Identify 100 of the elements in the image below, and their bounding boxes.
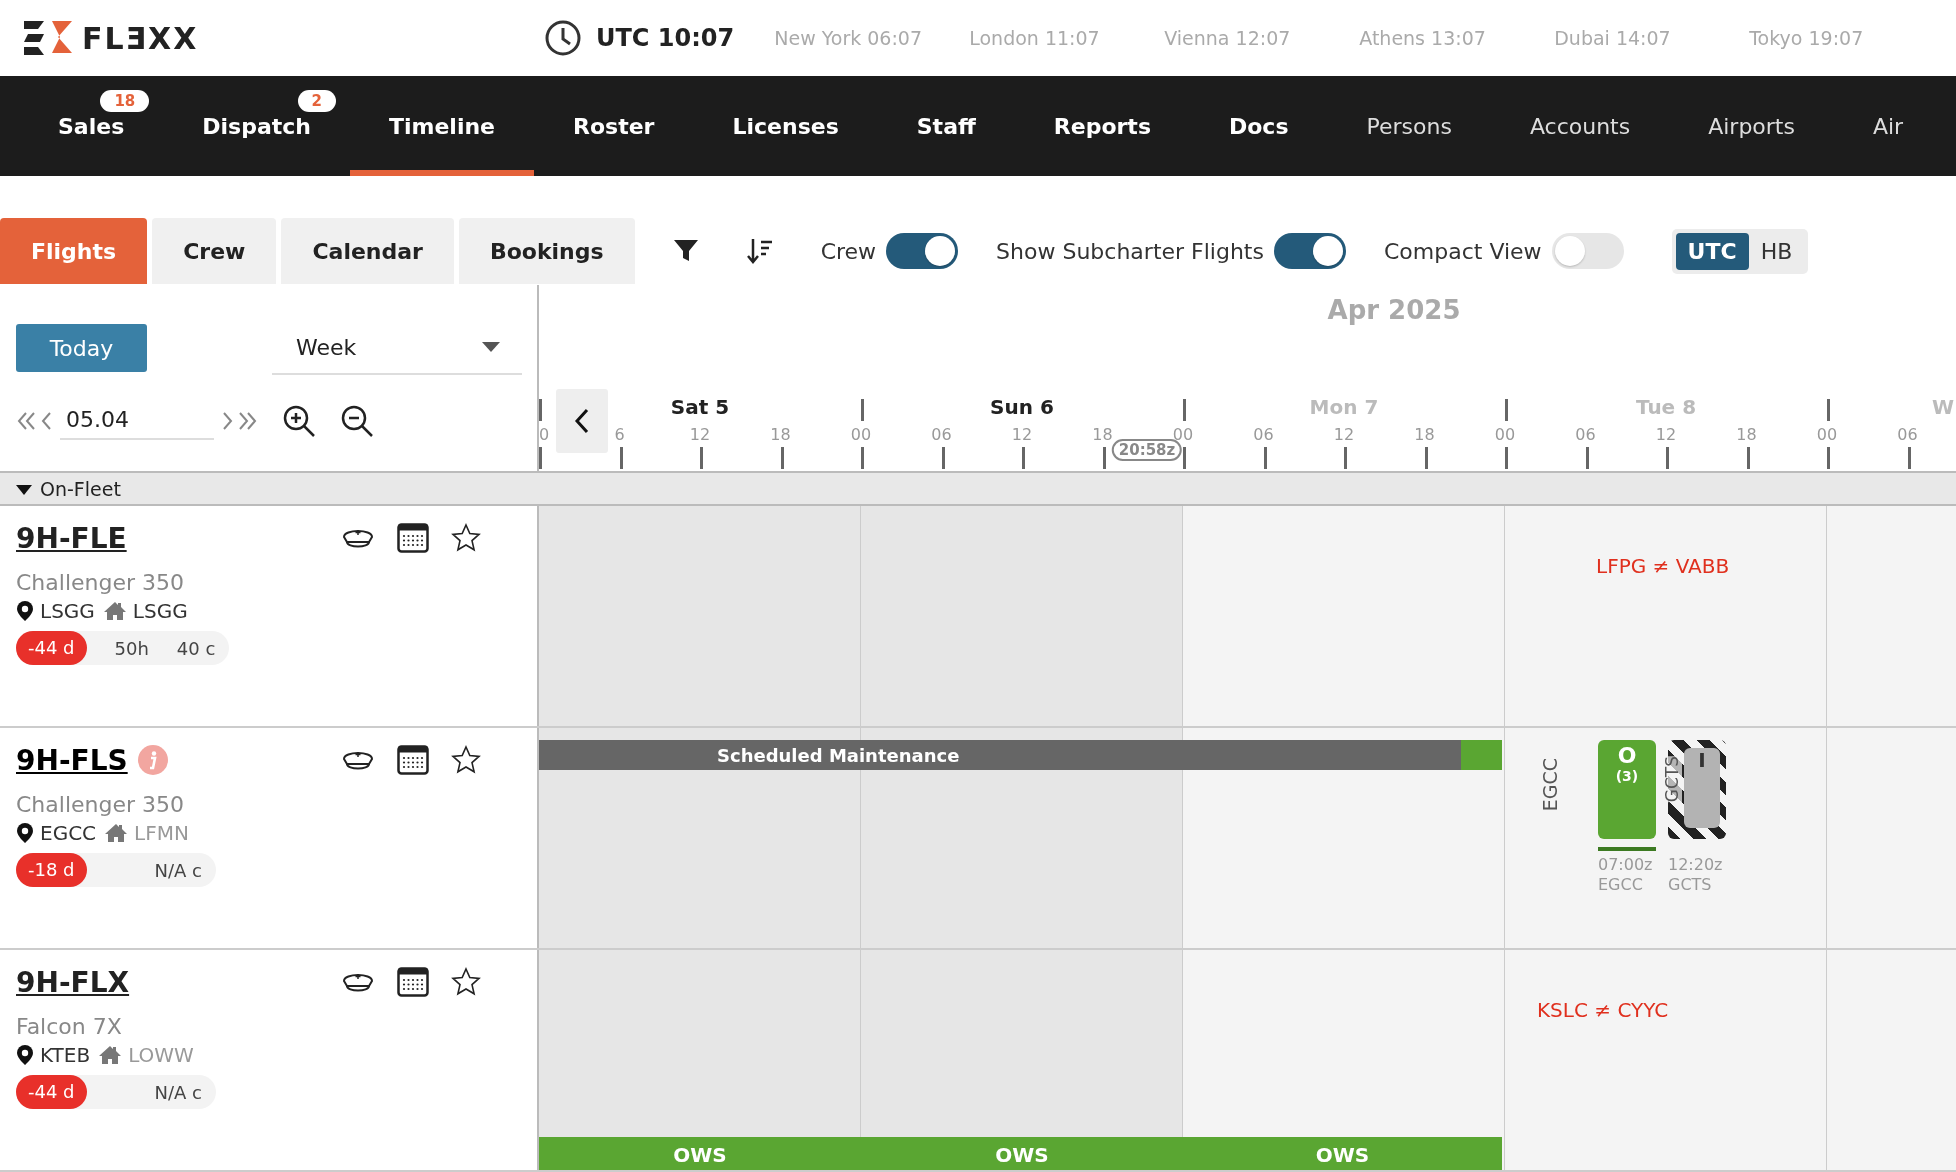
maintenance-label: Scheduled Maintenance xyxy=(716,744,961,766)
star-icon[interactable] xyxy=(451,523,481,553)
zoom-out-icon[interactable] xyxy=(340,403,374,438)
hour-tick-label: 06 xyxy=(1253,425,1274,444)
day-label: Mon 7 xyxy=(1309,395,1379,419)
departure-airport: EGCC xyxy=(1598,875,1644,895)
star-icon[interactable] xyxy=(451,745,481,775)
month-title: Apr 2025 xyxy=(1327,295,1461,325)
nav-tab[interactable]: Accounts xyxy=(1490,76,1670,176)
nav-tab[interactable]: Air xyxy=(1833,76,1943,176)
count-badge: 18 xyxy=(100,90,150,112)
registration-link[interactable]: 9H-FLS xyxy=(16,743,128,777)
maintenance-bar[interactable]: Scheduled Maintenance xyxy=(539,740,1502,770)
nav-tab[interactable]: Licenses xyxy=(693,76,878,176)
cycles-value: 40 c xyxy=(176,637,216,659)
aircraft-type: Challenger 350 xyxy=(16,570,186,595)
home-base: LFMN xyxy=(134,821,189,845)
star-icon[interactable] xyxy=(451,967,481,997)
zoom-in-icon[interactable] xyxy=(282,403,316,438)
airport-label: GCTS xyxy=(1662,756,1682,803)
world-clock: Athens 13:07 xyxy=(1359,27,1487,49)
home-icon xyxy=(102,601,127,621)
toggle-switch[interactable] xyxy=(1551,233,1624,269)
view-tab[interactable]: Crew xyxy=(152,218,277,284)
filter-icon[interactable] xyxy=(672,238,699,264)
world-clock: New York 06:07 xyxy=(774,27,924,49)
route-mismatch-note[interactable]: LFPG ≠ VABB xyxy=(1596,554,1730,578)
day-label: Tue 8 xyxy=(1635,395,1697,419)
calendar-icon[interactable] xyxy=(397,745,429,775)
view-tab[interactable]: Bookings xyxy=(458,218,635,284)
world-clock: London 11:07 xyxy=(969,27,1101,49)
caret-icon xyxy=(482,342,500,352)
range-dropdown[interactable]: Week xyxy=(272,321,522,375)
cycles-value: N/A c xyxy=(154,859,202,881)
toggle-switch[interactable] xyxy=(1273,233,1346,269)
home-base: LSGG xyxy=(132,599,188,623)
world-clock: Vienna 12:07 xyxy=(1164,27,1292,49)
current-location: LSGG xyxy=(40,599,95,623)
hour-tick-label: 6 xyxy=(614,425,625,444)
nav-tab[interactable]: Staff xyxy=(877,76,1015,176)
group-label: On-Fleet xyxy=(40,477,121,500)
days-overdue-badge: -18 d xyxy=(16,853,87,887)
cycles-value: N/A c xyxy=(154,1081,202,1103)
time-mode-option[interactable]: HB xyxy=(1748,232,1805,270)
logo-text: FLƎXX xyxy=(82,20,199,56)
toggle-label: Crew xyxy=(820,238,877,264)
departure-time: 07:00z xyxy=(1598,855,1654,875)
nav-tab[interactable]: Airports xyxy=(1669,76,1834,176)
nav-tab[interactable]: Docs xyxy=(1190,76,1328,176)
today-button[interactable]: Today xyxy=(16,324,147,372)
hour-tick-label: 06 xyxy=(931,425,952,444)
home-icon xyxy=(98,1045,123,1065)
time-mode-option[interactable]: UTC xyxy=(1675,232,1749,270)
airport-label: EGCC xyxy=(1539,758,1561,812)
registration-link[interactable]: 9H-FLX xyxy=(16,965,130,999)
arrival-time: 12:20z xyxy=(1668,855,1724,875)
location-pin-icon xyxy=(16,822,34,844)
current-location: KTEB xyxy=(40,1043,91,1067)
nav-tab[interactable]: Dispatch 2 xyxy=(163,76,350,176)
home-icon xyxy=(104,823,129,843)
world-clock: Tokyo 19:07 xyxy=(1749,27,1865,49)
nav-tab[interactable]: Reports xyxy=(1014,76,1190,176)
hour-tick-label: 00 xyxy=(1816,425,1838,444)
hour-tick-label: 18 xyxy=(1092,425,1113,444)
hours-value: 50h xyxy=(114,637,149,659)
hour-tick-label: 00 xyxy=(1494,425,1516,444)
hour-tick-label: 18 xyxy=(1414,425,1435,444)
sort-icon[interactable] xyxy=(746,237,773,265)
cursor-time: 20:58z xyxy=(1111,439,1183,461)
view-tab[interactable]: Calendar xyxy=(281,218,454,284)
aircraft-type: Challenger 350 xyxy=(16,792,186,817)
flight-underline xyxy=(1598,847,1656,851)
back-button[interactable] xyxy=(556,389,608,453)
location-pin-icon xyxy=(16,1044,34,1066)
hour-tick-label: 18 xyxy=(1736,425,1757,444)
toggle-label: Compact View xyxy=(1383,238,1542,264)
calendar-icon[interactable] xyxy=(397,523,429,553)
nav-tab[interactable]: Persons xyxy=(1327,76,1491,176)
chevron-left-icon xyxy=(574,408,590,434)
clock-icon xyxy=(544,19,582,57)
home-base: LOWW xyxy=(128,1043,194,1067)
hour-tick-label: 12 xyxy=(1333,425,1355,444)
aircraft-type: Falcon 7X xyxy=(16,1014,123,1039)
registration-link[interactable]: 9H-FLE xyxy=(16,521,127,555)
nav-tab[interactable]: Timeline xyxy=(349,76,535,176)
toggle-switch[interactable] xyxy=(886,233,959,269)
days-overdue-badge: -44 d xyxy=(16,631,87,665)
range-value: Week xyxy=(296,334,357,360)
hour-tick-label: 06 xyxy=(1575,425,1596,444)
count-badge: 2 xyxy=(297,90,336,112)
hour-tick-label: 18 xyxy=(770,425,791,444)
flight-count: (3) xyxy=(1615,768,1639,784)
route-mismatch-note[interactable]: KSLC ≠ CYYC xyxy=(1537,998,1669,1022)
calendar-icon[interactable] xyxy=(397,967,429,997)
utc-clock: UTC 10:07 xyxy=(596,24,735,52)
nav-tab[interactable]: Roster xyxy=(534,76,694,176)
days-overdue-badge: -44 d xyxy=(16,1075,87,1109)
nav-tab[interactable]: Sales 18 xyxy=(19,76,164,176)
group-header[interactable]: On-Fleet xyxy=(0,473,1956,506)
day-label: Sat 5 xyxy=(670,395,730,419)
